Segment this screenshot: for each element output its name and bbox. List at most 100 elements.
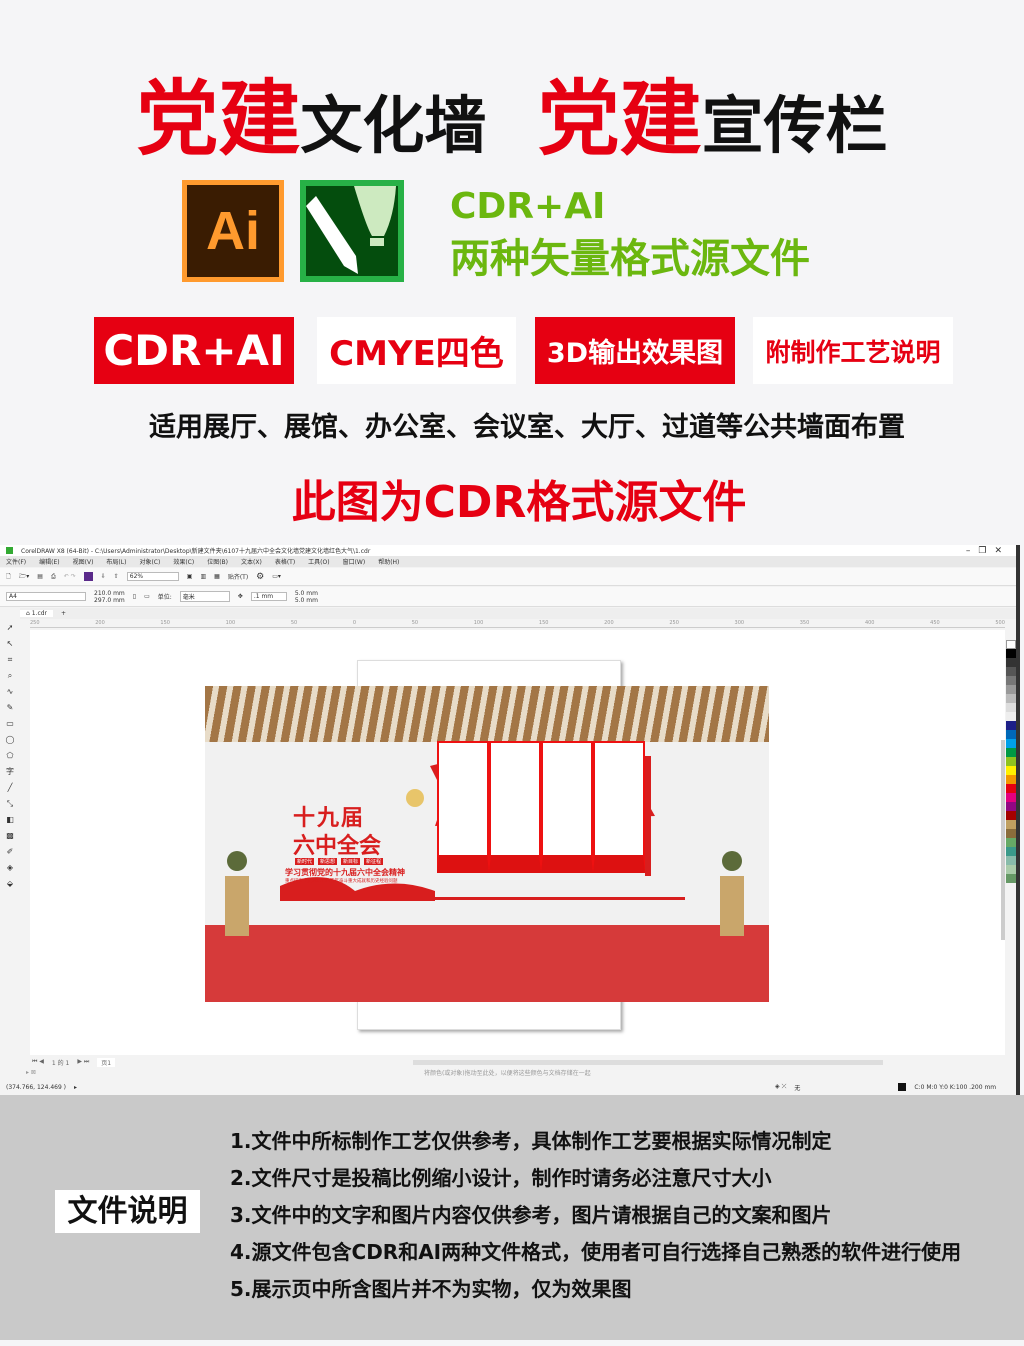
tag: 新目标 — [341, 858, 361, 865]
transparency-tool-icon[interactable]: ▩ — [0, 828, 20, 844]
document-palette: ▸ ⊠ 将颜色(或对象)拖动至此处，以便将这些颜色与文档存储在一起 — [0, 1067, 1016, 1077]
menu-help[interactable]: 帮助(H) — [378, 557, 399, 566]
menu-effects[interactable]: 效果(C) — [173, 557, 194, 566]
tab-1cdr[interactable]: ⌂ 1.cdr — [20, 610, 54, 617]
rulers-icon[interactable]: ▥ — [200, 573, 206, 580]
vertical-scrollbar[interactable] — [1001, 740, 1005, 940]
illustrator-logo: Ai — [182, 180, 284, 282]
close-icon[interactable]: ✕ — [994, 546, 1010, 556]
nudge-field[interactable]: .1 mm — [250, 592, 287, 601]
duplicate-x-field[interactable]: 5.0 mm — [295, 590, 318, 597]
title-bar: CorelDRAW X8 (64-Bit) - C:\Users\Adminis… — [0, 545, 1016, 556]
rectangle-tool-icon[interactable]: ▭ — [0, 716, 20, 732]
text-tool-icon[interactable]: 字 — [0, 764, 20, 780]
shape-tool-icon[interactable]: ↖ — [0, 636, 20, 652]
restore-icon[interactable]: ❐ — [978, 546, 994, 556]
full-screen-icon[interactable]: ▣ — [187, 573, 193, 580]
corel-connect-icon[interactable] — [83, 572, 93, 581]
menu-object[interactable]: 对象(C) — [139, 557, 160, 566]
coreldraw-window: CorelDRAW X8 (64-Bit) - C:\Users\Adminis… — [0, 545, 1020, 1095]
zoom-select[interactable]: 62% — [126, 572, 179, 581]
new-icon[interactable]: 🗋 — [6, 572, 11, 582]
menu-text[interactable]: 文本(X) — [241, 557, 262, 566]
notes-list: 1.文件中所标制作工艺仅供参考，具体制作工艺要根据实际情况制定 2.文件尺寸是投… — [230, 1125, 961, 1310]
menu-window[interactable]: 窗口(W) — [343, 557, 366, 566]
swatch[interactable] — [1006, 649, 1016, 658]
swatch-none[interactable] — [1006, 640, 1016, 649]
zoom-tool-icon[interactable]: ⌕ — [0, 668, 20, 684]
undo-icon[interactable]: ↶ ↷ — [64, 573, 76, 580]
print-icon[interactable]: ⎙ — [51, 573, 56, 581]
menu-view[interactable]: 视图(V) — [73, 557, 94, 566]
palette-arrow-icon[interactable]: ▸ ⊠ — [26, 1069, 36, 1076]
snap-to-dropdown[interactable]: 贴齐(T) — [228, 572, 248, 581]
eyedropper-icon[interactable]: ✐ — [0, 844, 20, 860]
info-panel — [489, 741, 541, 873]
freehand-tool-icon[interactable]: ∿ — [0, 684, 20, 700]
fill-tool-icon[interactable]: ◈ — [0, 860, 20, 876]
artwork-subline: 重点研究全面总结党的百年奋斗重大成就和历史经验问题 — [285, 879, 398, 884]
connector-tool-icon[interactable]: ⤡ — [0, 796, 20, 812]
menu-bitmaps[interactable]: 位图(B) — [207, 557, 228, 566]
portrait-icon[interactable]: ▯ — [133, 593, 136, 600]
artwork-subtitle: 学习贯彻党的十九届六中全会精神 — [285, 868, 405, 877]
document-tabs: ⌂ 1.cdr + — [0, 608, 1016, 619]
page-width-field[interactable]: 210.0 mm — [94, 590, 125, 597]
page-next-icon[interactable]: ▶ ⏭ — [77, 1058, 89, 1066]
menu-tools[interactable]: 工具(O) — [308, 557, 329, 566]
shadow-tool-icon[interactable]: ◧ — [0, 812, 20, 828]
open-icon[interactable]: 🗁▾ — [19, 572, 29, 582]
smart-fill-icon[interactable]: ⬙ — [0, 876, 20, 892]
corel-balloon-pen-icon — [306, 186, 396, 274]
pick-tool-icon[interactable]: ➚ — [0, 620, 20, 636]
headline-2: 六中全会 — [293, 834, 382, 859]
formats-line2: 两种矢量格式源文件 — [450, 236, 810, 282]
minimize-icon[interactable]: – — [966, 546, 979, 556]
property-bar: A4 210.0 mm 297.0 mm ▯ ▭ 单位: 毫米 ✥ .1 mm 5.… — [0, 587, 1016, 607]
color-palette[interactable] — [1006, 640, 1018, 883]
menu-file[interactable]: 文件(F) — [6, 557, 26, 566]
ai-logo-text: Ai — [187, 185, 279, 277]
app-icon — [6, 547, 13, 554]
wall-render[interactable]: 十九届 六中全会 新时代 新思想 新目标 新征程 学习贯彻党的十九届六中全会精神 重点… — [205, 686, 769, 1002]
add-tab-icon[interactable]: + — [61, 610, 66, 617]
page-size-select[interactable]: A4 — [6, 592, 86, 601]
page-tab[interactable]: 页1 — [97, 1057, 116, 1067]
horizontal-scrollbar[interactable] — [413, 1059, 884, 1065]
tag: 新征程 — [364, 858, 384, 865]
polygon-tool-icon[interactable]: ⬠ — [0, 748, 20, 764]
grid-icon[interactable]: ▦ — [214, 573, 220, 580]
landscape-icon[interactable]: ▭ — [144, 593, 150, 600]
note-item: 1.文件中所标制作工艺仅供参考，具体制作工艺要根据实际情况制定 — [230, 1129, 832, 1153]
menu-edit[interactable]: 编辑(E) — [39, 557, 59, 566]
main-title: 党建文化墙 党建宣传栏 — [0, 52, 1024, 171]
crop-tool-icon[interactable]: ⌗ — [0, 652, 20, 668]
source-note: 此图为CDR格式源文件 — [291, 477, 747, 528]
import-icon[interactable]: ⇩ — [101, 573, 106, 580]
save-icon[interactable]: ▤ — [37, 573, 43, 580]
menu-layout[interactable]: 布局(L) — [106, 557, 126, 566]
options-gear-icon[interactable]: ⚙ — [256, 572, 264, 582]
ellipse-tool-icon[interactable]: ◯ — [0, 732, 20, 748]
info-panel — [541, 741, 593, 873]
tag: 新思想 — [318, 858, 338, 865]
drawing-canvas[interactable]: 十九届 六中全会 新时代 新思想 新目标 新征程 学习贯彻党的十九届六中全会精神 重点… — [30, 630, 1005, 1055]
duplicate-y-field[interactable]: 5.0 mm — [295, 597, 318, 604]
badge-cmyk: CMYE四色 — [317, 317, 516, 384]
menu-table[interactable]: 表格(T) — [275, 557, 295, 566]
menu-bar: 文件(F) 编辑(E) 视图(V) 布局(L) 对象(C) 效果(C) 位图(B) 文本(X)… — [0, 556, 1016, 567]
note-item: 3.文件中的文字和图片内容仅供参考，图片请根据自己的文案和图片 — [230, 1203, 832, 1227]
page-prev-icon[interactable]: ⏮ ◀ — [32, 1058, 44, 1066]
horizontal-ruler: 250 200 150 100 50 0 50 100 150 200 250 300 350 400 45… — [30, 620, 1005, 628]
launch-icon[interactable]: ▭▾ — [272, 573, 281, 580]
export-icon[interactable]: ⇧ — [114, 573, 119, 580]
page-height-field[interactable]: 297.0 mm — [94, 597, 125, 604]
info-panel — [437, 741, 489, 873]
line-tool-icon[interactable]: ╱ — [0, 780, 20, 796]
title-red-2: 党建 — [537, 72, 702, 167]
window-title: CorelDRAW X8 (64-Bit) - C:\Users\Adminis… — [21, 548, 371, 555]
unit-label: 单位: — [157, 594, 172, 601]
title-black-2: 宣传栏 — [701, 89, 888, 162]
unit-select[interactable]: 毫米 — [179, 591, 230, 602]
artistic-media-icon[interactable]: ✎ — [0, 700, 20, 716]
